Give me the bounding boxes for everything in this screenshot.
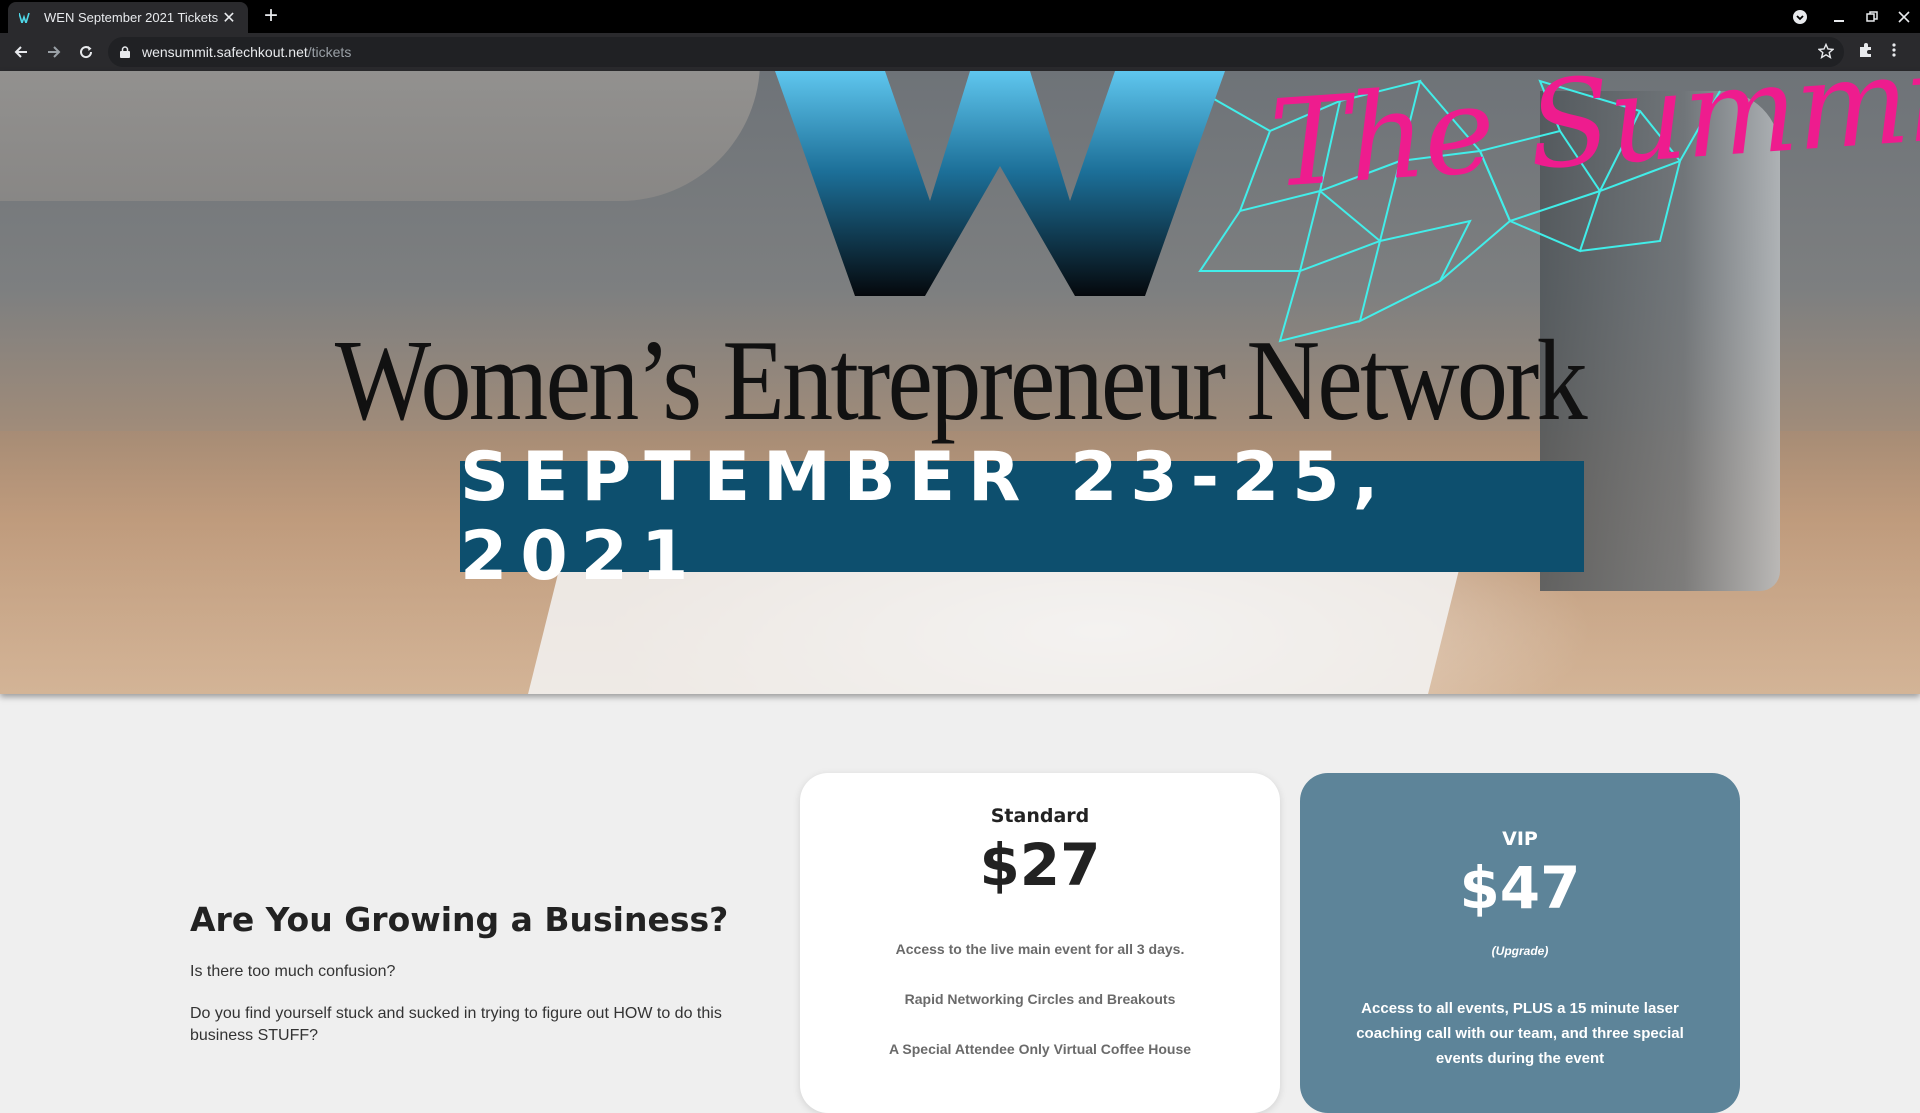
site-favicon-icon bbox=[18, 11, 34, 25]
browser-menu-icon[interactable] bbox=[1891, 42, 1897, 63]
forward-arrow-icon[interactable] bbox=[40, 38, 68, 66]
ticket-price: $27 bbox=[979, 831, 1101, 899]
tab-close-icon[interactable]: ✕ bbox=[220, 9, 238, 27]
extensions-puzzle-icon[interactable] bbox=[1858, 42, 1874, 63]
browser-tab[interactable]: WEN September 2021 Tickets ✕ bbox=[8, 2, 248, 33]
event-date: SEPTEMBER 23-25, 2021 bbox=[460, 437, 1392, 596]
intro-paragraph: Is there too much confusion? bbox=[190, 963, 396, 980]
ticket-name: VIP bbox=[1502, 828, 1538, 850]
ticket-feature: Rapid Networking Circles and Breakouts bbox=[904, 991, 1176, 1007]
event-date-banner: SEPTEMBER 23-25, 2021 bbox=[460, 438, 1584, 596]
intro-paragraph: Do you find yourself stuck and sucked in… bbox=[190, 1005, 722, 1044]
vip-ticket-card[interactable]: VIP $47 (Upgrade) Access to all events, … bbox=[1300, 773, 1740, 1113]
url-path: /tickets bbox=[307, 44, 352, 60]
intro-section: Are You Growing a Business? Is there too… bbox=[190, 900, 750, 1067]
url-host: wensummit.safechkout.net bbox=[142, 44, 308, 60]
address-bar[interactable]: wensummit.safechkout.net/tickets bbox=[108, 37, 1844, 67]
ticket-description: Access to all events, PLUS a 15 minute l… bbox=[1356, 1000, 1684, 1067]
browser-toolbar: wensummit.safechkout.net/tickets bbox=[0, 33, 1920, 71]
lock-icon bbox=[120, 46, 130, 58]
ticket-name: Standard bbox=[990, 805, 1090, 827]
ticket-feature: Access to the live main event for all 3 … bbox=[895, 941, 1185, 957]
reload-icon[interactable] bbox=[72, 38, 100, 66]
standard-ticket-card[interactable]: Standard $27 Access to the live main eve… bbox=[800, 773, 1280, 1113]
intro-heading: Are You Growing a Business? bbox=[190, 900, 729, 939]
back-arrow-icon[interactable] bbox=[7, 38, 35, 66]
new-tab-button[interactable]: + bbox=[258, 4, 284, 30]
close-window-icon[interactable] bbox=[1893, 0, 1915, 33]
profile-menu-icon[interactable] bbox=[1790, 0, 1810, 33]
sweater-sleeve-image bbox=[0, 71, 760, 201]
minimize-icon[interactable] bbox=[1828, 0, 1850, 33]
tab-title: WEN September 2021 Tickets bbox=[44, 10, 219, 25]
restore-icon[interactable] bbox=[1861, 0, 1883, 33]
browser-tab-bar: WEN September 2021 Tickets ✕ + bbox=[0, 0, 1920, 33]
organization-name: Women’s Entrepreneur Network bbox=[334, 317, 1588, 445]
ticket-price: $47 bbox=[1459, 854, 1581, 922]
wen-logo-icon bbox=[775, 71, 1225, 296]
ticket-feature: A Special Attendee Only Virtual Coffee H… bbox=[888, 1041, 1192, 1057]
upgrade-note: (Upgrade) bbox=[1491, 944, 1549, 958]
hero-banner: The Summit Women’s Entrepreneur Network … bbox=[0, 71, 1920, 694]
bookmark-star-icon[interactable] bbox=[1817, 42, 1835, 62]
